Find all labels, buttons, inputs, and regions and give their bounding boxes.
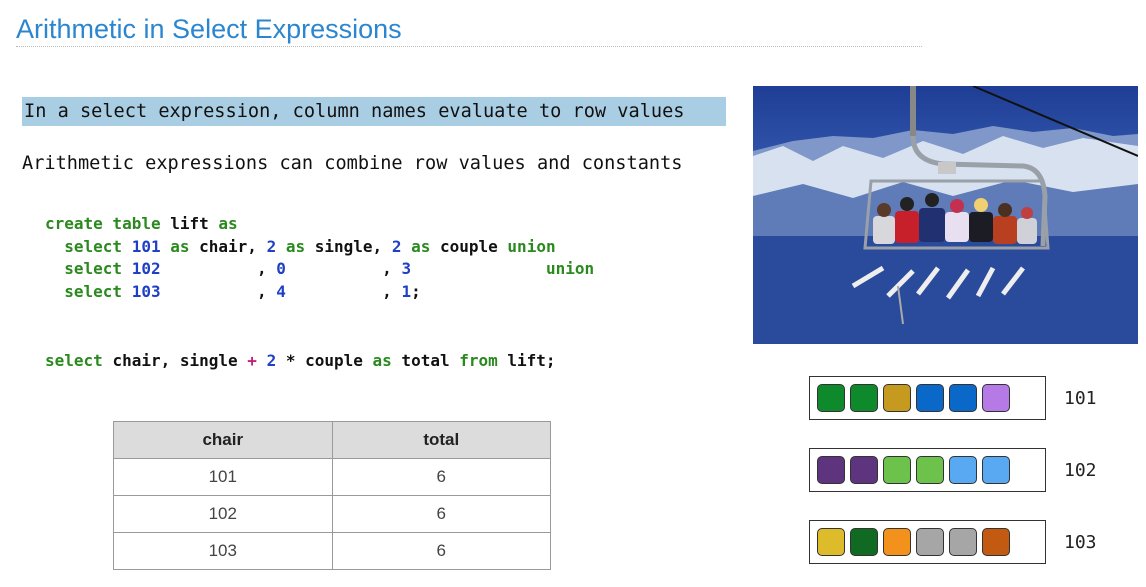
seat-square: [850, 456, 878, 484]
seat-square: [982, 528, 1010, 556]
result-table: chair total 101 6 102 6 103 6: [113, 421, 552, 570]
code-token: from: [459, 351, 498, 370]
seat-square: [850, 528, 878, 556]
code-line-query: select chair, single + 2 * couple as tot…: [45, 350, 556, 373]
code-token: 1: [401, 282, 412, 301]
code-line-create: create table lift as: [45, 213, 238, 236]
code-token: 101: [131, 237, 161, 256]
column-header-chair: chair: [113, 421, 333, 459]
page-title: Arithmetic in Select Expressions: [16, 14, 402, 44]
chair-seats-101: [809, 376, 1046, 420]
seat-square: [949, 384, 977, 412]
code-line-select-101: select 101 as chair, 2 as single, 2 as c…: [45, 236, 556, 259]
table-cell: 6: [331, 458, 552, 496]
code-token: 4: [276, 282, 286, 301]
code-token: 3: [401, 259, 412, 278]
code-token: as: [372, 351, 392, 370]
title-divider: [16, 46, 922, 47]
statement: Arithmetic expressions can combine row v…: [22, 153, 683, 174]
highlighted-statement: In a select expression, column names eva…: [22, 97, 726, 126]
code-token: * couple: [276, 351, 373, 370]
chair-label-103: 103: [1064, 532, 1097, 553]
table-cell: 101: [113, 458, 333, 496]
code-token: single,: [314, 237, 392, 256]
code-token: as: [160, 237, 200, 256]
code-token: 103: [131, 282, 161, 301]
code-token: 102: [131, 259, 161, 278]
code-token: 2: [256, 351, 277, 370]
code-token: select: [45, 282, 132, 301]
chair-label-102: 102: [1064, 460, 1097, 481]
table-cell: 102: [113, 495, 333, 533]
code-token: ,: [285, 259, 402, 278]
code-token: 0: [276, 259, 286, 278]
code-token: select: [45, 351, 113, 370]
code-token: union: [411, 259, 595, 278]
code-token: ,: [160, 282, 277, 301]
code-token: lift: [170, 214, 219, 233]
code-token: as: [401, 237, 440, 256]
chair-seats-102: [809, 448, 1046, 492]
seat-square: [982, 456, 1010, 484]
table-row: 102 6: [113, 495, 552, 533]
seat-square: [982, 384, 1010, 412]
seat-square: [916, 456, 944, 484]
seat-square: [916, 384, 944, 412]
seat-square: [817, 528, 845, 556]
code-token: couple: [439, 237, 508, 256]
code-token: 2: [266, 237, 277, 256]
column-header-total: total: [331, 421, 552, 459]
table-row: 103 6: [113, 532, 552, 570]
code-token: 2: [391, 237, 402, 256]
code-token: ,: [285, 282, 402, 301]
seat-square: [850, 384, 878, 412]
code-token: ,: [160, 259, 277, 278]
seat-square: [949, 456, 977, 484]
code-token: ;: [411, 282, 421, 301]
code-token: select: [45, 237, 132, 256]
chair-label-101: 101: [1064, 388, 1097, 409]
seat-square: [883, 384, 911, 412]
seat-square: [949, 528, 977, 556]
code-token: as: [218, 214, 238, 233]
code-token: create table: [45, 214, 171, 233]
code-token: select: [45, 259, 132, 278]
table-row: 101 6: [113, 458, 552, 496]
code-token: total: [391, 351, 460, 370]
seat-square: [883, 528, 911, 556]
code-line-select-102: select 102 , 0 , 3 union: [45, 258, 594, 281]
table-cell: 6: [331, 495, 552, 533]
chair-seats-103: [809, 520, 1046, 564]
seat-square: [817, 384, 845, 412]
code-token: union: [507, 237, 556, 256]
code-token: chair, single: [112, 351, 248, 370]
table-cell: 103: [113, 532, 333, 570]
code-line-select-103: select 103 , 4 , 1;: [45, 281, 421, 304]
code-token: lift;: [497, 351, 556, 370]
seat-square: [883, 456, 911, 484]
seat-square: [916, 528, 944, 556]
code-token: +: [247, 351, 257, 370]
code-token: as: [276, 237, 315, 256]
seat-square: [817, 456, 845, 484]
table-cell: 6: [331, 532, 552, 570]
ski-lift-photo: [753, 86, 1138, 344]
code-token: chair,: [199, 237, 267, 256]
